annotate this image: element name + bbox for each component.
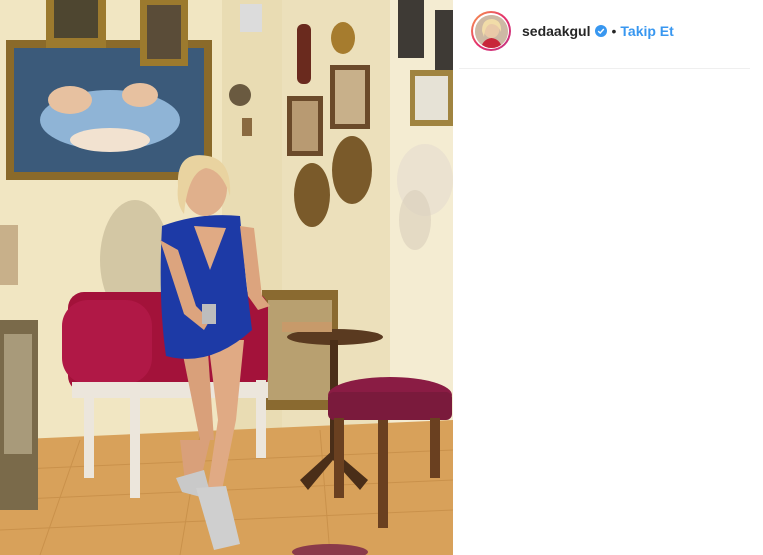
profile-avatar[interactable] — [471, 11, 511, 51]
verified-badge-icon — [595, 25, 608, 37]
avatar-ring — [473, 13, 509, 49]
header-divider — [459, 68, 750, 69]
post-image[interactable] — [0, 0, 453, 555]
post-header: sedaakgul • Takip Et — [471, 8, 748, 54]
header-separator: • — [611, 23, 617, 39]
avatar-photo — [474, 14, 508, 48]
follow-button[interactable]: Takip Et — [620, 23, 673, 39]
username-link[interactable]: sedaakgul — [522, 23, 590, 39]
post-side-panel: sedaakgul • Takip Et — [453, 0, 763, 555]
